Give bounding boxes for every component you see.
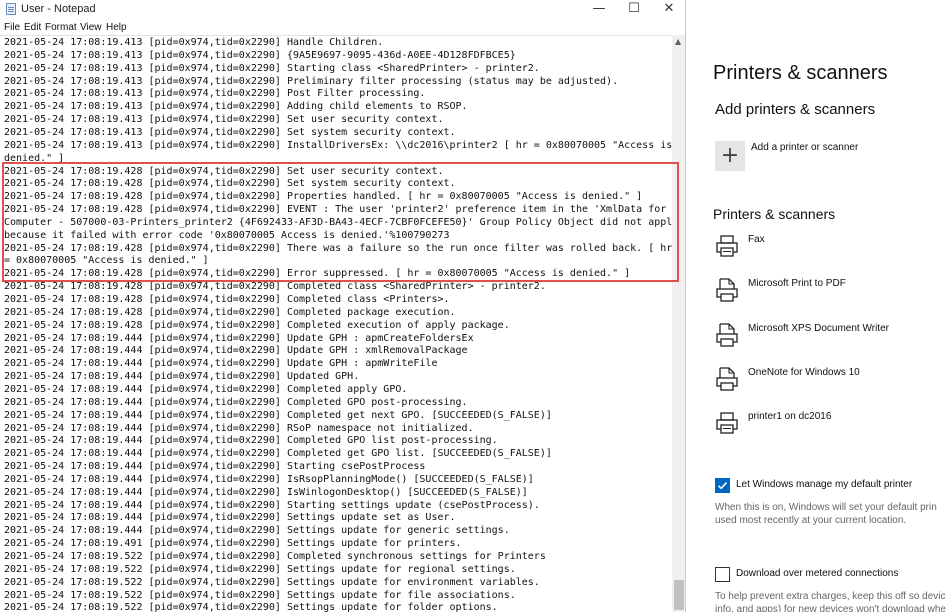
- metered-description-2: info, and apps) for new devices won't do…: [715, 604, 946, 612]
- metered-description-1: To help prevent extra charges, keep this…: [715, 591, 946, 602]
- log-line: = 0x80070005 "Access is denied." ]: [4, 255, 209, 267]
- log-line: 2021-05-24 17:08:19.444 [pid=0x974,tid=0…: [4, 486, 528, 498]
- menu-bar: File Edit Format View Help: [0, 20, 685, 35]
- log-line: 2021-05-24 17:08:19.522 [pid=0x974,tid=0…: [4, 576, 540, 588]
- manage-default-label: Let Windows manage my default printer: [736, 479, 913, 490]
- log-line: 2021-05-24 17:08:19.413 [pid=0x974,tid=0…: [4, 75, 619, 87]
- log-line: because it failed with error code '0x800…: [4, 229, 450, 241]
- menu-format[interactable]: Format: [45, 21, 77, 34]
- menu-help[interactable]: Help: [106, 21, 127, 34]
- log-line: 2021-05-24 17:08:19.413 [pid=0x974,tid=0…: [4, 101, 468, 113]
- vertical-scrollbar[interactable]: ▲: [672, 35, 685, 612]
- printer-item[interactable]: OneNote for Windows 10: [713, 364, 950, 400]
- add-printer-label: Add a printer or scanner: [751, 142, 859, 153]
- log-line: 2021-05-24 17:08:19.428 [pid=0x974,tid=0…: [4, 294, 450, 305]
- window-title: User - Notepad: [21, 3, 96, 15]
- printer-list-heading: Printers & scanners: [713, 206, 836, 222]
- log-line: 2021-05-24 17:08:19.413 [pid=0x974,tid=0…: [4, 139, 672, 151]
- log-line: 2021-05-24 17:08:19.444 [pid=0x974,tid=0…: [4, 332, 474, 344]
- manage-default-description-1: When this is on, Windows will set your d…: [715, 502, 937, 513]
- log-line: 2021-05-24 17:08:19.413 [pid=0x974,tid=0…: [4, 49, 516, 61]
- log-line: 2021-05-24 17:08:19.444 [pid=0x974,tid=0…: [4, 358, 438, 370]
- minimize-button[interactable]: —: [582, 0, 616, 19]
- log-line: 2021-05-24 17:08:19.444 [pid=0x974,tid=0…: [4, 345, 468, 357]
- log-line: 2021-05-24 17:08:19.444 [pid=0x974,tid=0…: [4, 435, 498, 447]
- printer-item[interactable]: Fax: [713, 231, 950, 267]
- notepad-window: User - Notepad — ☐ ✕ File Edit Format Vi…: [0, 0, 686, 612]
- log-line: 2021-05-24 17:08:19.413 [pid=0x974,tid=0…: [4, 62, 540, 74]
- menu-view[interactable]: View: [80, 21, 102, 34]
- title-bar[interactable]: User - Notepad — ☐ ✕: [0, 0, 685, 19]
- metered-connections-checkbox[interactable]: [715, 567, 730, 582]
- log-line: 2021-05-24 17:08:19.444 [pid=0x974,tid=0…: [4, 461, 426, 473]
- log-line: 2021-05-24 17:08:19.491 [pid=0x974,tid=0…: [4, 538, 462, 550]
- printer-name: Microsoft Print to PDF: [748, 278, 846, 289]
- printer-item[interactable]: printer1 on dc2016: [713, 408, 950, 444]
- document-printer-icon: [715, 322, 739, 348]
- page-title: Printers & scanners: [713, 62, 888, 84]
- log-line: 2021-05-24 17:08:19.444 [pid=0x974,tid=0…: [4, 422, 474, 434]
- close-button[interactable]: ✕: [652, 0, 685, 19]
- log-line: 2021-05-24 17:08:19.428 [pid=0x974,tid=0…: [4, 191, 643, 203]
- log-line: Computer - 507000-03-Printers_printer2 {…: [4, 216, 672, 228]
- log-line: 2021-05-24 17:08:19.444 [pid=0x974,tid=0…: [4, 499, 540, 511]
- log-line: 2021-05-24 17:08:19.428 [pid=0x974,tid=0…: [4, 281, 546, 293]
- printer-name: Microsoft XPS Document Writer: [748, 323, 889, 334]
- add-printer-button[interactable]: + Add a printer or scanner: [713, 139, 945, 173]
- checkmark-icon: [717, 482, 728, 490]
- log-line: 2021-05-24 17:08:19.444 [pid=0x974,tid=0…: [4, 512, 456, 524]
- log-line: 2021-05-24 17:08:19.522 [pid=0x974,tid=0…: [4, 602, 498, 612]
- add-section-heading: Add printers & scanners: [715, 101, 876, 118]
- log-line: 2021-05-24 17:08:19.428 [pid=0x974,tid=0…: [4, 306, 456, 318]
- log-line: 2021-05-24 17:08:19.444 [pid=0x974,tid=0…: [4, 371, 360, 383]
- printer-name: Fax: [748, 234, 765, 245]
- log-line: 2021-05-24 17:08:19.522 [pid=0x974,tid=0…: [4, 589, 516, 601]
- log-line: 2021-05-24 17:08:19.444 [pid=0x974,tid=0…: [4, 448, 552, 460]
- log-line: 2021-05-24 17:08:19.413 [pid=0x974,tid=0…: [4, 114, 444, 126]
- text-editor[interactable]: 2021-05-24 17:08:19.413 [pid=0x974,tid=0…: [0, 35, 672, 612]
- document-printer-icon: [715, 277, 739, 303]
- log-line: denied." ]: [4, 152, 65, 164]
- log-line: 2021-05-24 17:08:19.428 [pid=0x974,tid=0…: [4, 178, 456, 190]
- log-line: 2021-05-24 17:08:19.413 [pid=0x974,tid=0…: [4, 37, 384, 48]
- log-line: 2021-05-24 17:08:19.444 [pid=0x974,tid=0…: [4, 409, 552, 421]
- log-line: 2021-05-24 17:08:19.428 [pid=0x974,tid=0…: [4, 268, 631, 280]
- log-line: 2021-05-24 17:08:19.444 [pid=0x974,tid=0…: [4, 396, 468, 408]
- manage-default-description-2: used most recently at your current locat…: [715, 515, 907, 526]
- document-printer-icon: [715, 366, 739, 392]
- log-line: 2021-05-24 17:08:19.428 [pid=0x974,tid=0…: [4, 204, 667, 216]
- scroll-up-arrow-icon[interactable]: ▲: [675, 37, 681, 46]
- menu-file[interactable]: File: [4, 21, 20, 34]
- log-line: 2021-05-24 17:08:19.428 [pid=0x974,tid=0…: [4, 319, 510, 331]
- menu-edit[interactable]: Edit: [24, 21, 41, 34]
- log-line: 2021-05-24 17:08:19.428 [pid=0x974,tid=0…: [4, 242, 672, 254]
- printer-icon: [715, 410, 739, 436]
- printer-icon: [715, 233, 739, 259]
- printer-name: printer1 on dc2016: [748, 411, 832, 422]
- plus-icon: +: [715, 141, 745, 171]
- notepad-icon: [6, 3, 16, 15]
- maximize-button[interactable]: ☐: [617, 0, 651, 19]
- log-line: 2021-05-24 17:08:19.413 [pid=0x974,tid=0…: [4, 126, 456, 138]
- metered-connections-label: Download over metered connections: [736, 568, 899, 579]
- manage-default-checkbox[interactable]: [715, 478, 730, 493]
- log-line: 2021-05-24 17:08:19.522 [pid=0x974,tid=0…: [4, 563, 516, 575]
- settings-panel: Printers & scanners Add printers & scann…: [686, 0, 950, 612]
- log-line: 2021-05-24 17:08:19.444 [pid=0x974,tid=0…: [4, 383, 408, 395]
- printer-item[interactable]: Microsoft XPS Document Writer: [713, 320, 950, 356]
- log-line: 2021-05-24 17:08:19.444 [pid=0x974,tid=0…: [4, 473, 534, 485]
- printer-name: OneNote for Windows 10: [748, 367, 860, 378]
- log-line: 2021-05-24 17:08:19.428 [pid=0x974,tid=0…: [4, 165, 444, 177]
- log-line: 2021-05-24 17:08:19.413 [pid=0x974,tid=0…: [4, 88, 426, 100]
- log-line: 2021-05-24 17:08:19.522 [pid=0x974,tid=0…: [4, 551, 546, 562]
- printer-item[interactable]: Microsoft Print to PDF: [713, 275, 950, 311]
- log-line: 2021-05-24 17:08:19.444 [pid=0x974,tid=0…: [4, 525, 510, 537]
- scrollbar-thumb[interactable]: [674, 580, 684, 610]
